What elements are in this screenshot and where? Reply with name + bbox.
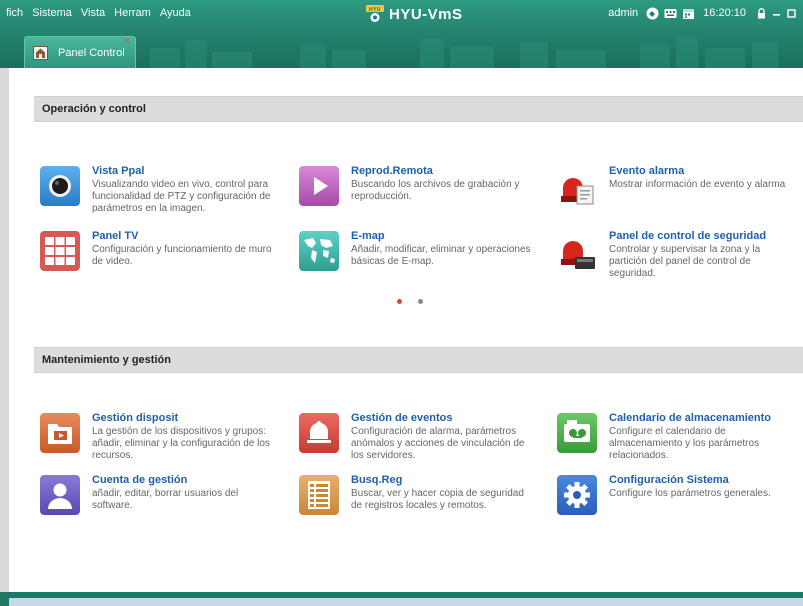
item-description: añadir, editar, borrar usuarios del soft… [92,488,239,511]
menu-bar: fich Sistema Vista Herram Ayuda [0,0,200,26]
item-title: Calendario de almacenamiento [609,412,771,424]
item-title: Cuenta de gestión [92,474,188,486]
video-wall-icon [40,231,80,271]
item-title: Panel TV [92,230,139,242]
item-calendario-almacenamiento[interactable]: Calendario de almacenamiento Configure e… [557,412,797,469]
control-panel: Operación y control Vista Ppal Visualiza… [9,68,803,592]
log-list-icon [299,475,339,515]
item-cuenta-gestion[interactable]: Cuenta de gestión añadir, editar, borrar… [40,474,280,531]
item-title: Evento alarma [609,165,685,177]
camera-icon [40,166,80,206]
item-title: Gestión disposit [92,412,179,424]
minimize-icon [772,13,780,16]
item-description: Configure el calendario de almacenamient… [609,426,760,461]
menu-file[interactable]: fich [6,7,23,19]
tape-recorder-icon [557,413,597,453]
home-icon [33,45,48,60]
status-area: admin 16:20:10 [608,0,797,26]
alarm-event-icon [561,178,594,205]
item-title: Panel de control de seguridad [609,230,767,242]
item-description: Añadir, modificar, eliminar y operacione… [351,244,531,267]
clock: 16:20:10 [703,7,746,19]
item-description: Buscar, ver y hacer copia de seguridad d… [351,488,524,511]
bottom-status-strip [9,598,803,606]
maximize-icon [786,8,796,18]
minimize-button[interactable] [770,7,782,19]
network-status-icon[interactable] [646,7,659,20]
maximize-button[interactable] [785,7,797,19]
tab-label: Panel Control [58,46,125,59]
item-vista-ppal[interactable]: Vista Ppal Visualizando video en vivo, c… [40,165,280,222]
menu-system[interactable]: Sistema [32,7,72,19]
item-description: Visualizando video en vivo, control para… [92,179,271,214]
section-operation-header: Operación y control [34,96,803,122]
item-description: Buscando los archivos de grabación y rep… [351,179,520,202]
item-title: Vista Ppal [92,165,145,177]
section-title: Mantenimiento y gestión [42,354,171,366]
item-description: Configuración de alarma, parámetros anóm… [351,426,525,461]
app-title: HYU-VmS [389,5,463,23]
menu-view[interactable]: Vista [81,7,105,19]
page-indicator [397,299,439,304]
item-title: Busq.Reg [351,474,403,486]
item-description: La gestión de los dispositivos y grupos:… [92,426,270,461]
item-gestion-disposit[interactable]: Gestión disposit La gestión de los dispo… [40,412,280,469]
brand-logo-icon: HYU [366,5,384,22]
keyboard-icon[interactable] [664,7,677,20]
calendar-icon[interactable] [682,7,695,20]
device-folder-icon [40,413,80,453]
menu-tools[interactable]: Herram [114,7,151,19]
tab-panel-control[interactable]: Panel Control ✕ [24,36,136,68]
item-description: Mostrar información de evento y alarma [609,179,786,190]
tab-close-icon[interactable]: ✕ [123,36,131,47]
item-panel-tv[interactable]: Panel TV Configuración y funcionamiento … [40,230,280,287]
item-title: Gestión de eventos [351,412,453,424]
item-description: Configuración y funcionamiento de muro d… [92,244,272,267]
item-busq-reg[interactable]: Busq.Reg Buscar, ver y hacer copia de se… [299,474,539,531]
item-panel-seguridad[interactable]: Panel de control de seguridad Controlar … [557,230,797,287]
item-configuracion-sistema[interactable]: Configuración Sistema Configure los pará… [557,474,797,531]
item-description: Controlar y supervisar la zona y la part… [609,244,761,279]
item-e-map[interactable]: E-map Añadir, modificar, eliminar y oper… [299,230,539,287]
play-icon [299,166,339,206]
section-title: Operación y control [42,103,146,115]
app-brand: HYU HYU-VmS [366,5,463,23]
item-title: E-map [351,230,385,242]
gear-icon [557,475,597,515]
item-description: Configure los parámetros generales. [609,488,771,499]
lock-button[interactable] [755,7,767,19]
current-user: admin [608,7,639,19]
section-maintenance-header: Mantenimiento y gestión [34,347,803,373]
world-map-icon [299,231,339,271]
item-evento-alarma[interactable]: Evento alarma Mostrar información de eve… [557,165,797,222]
item-reprod-remota[interactable]: Reprod.Remota Buscando los archivos de g… [299,165,539,222]
item-title: Reprod.Remota [351,165,433,177]
svg-text:HYU: HYU [369,7,381,13]
lock-icon [757,7,765,18]
menu-help[interactable]: Ayuda [160,7,191,19]
item-gestion-eventos[interactable]: Gestión de eventos Configuración de alar… [299,412,539,469]
page-dot[interactable] [418,299,423,304]
bell-icon [299,413,339,453]
security-panel-icon [561,241,595,269]
page-dot-active[interactable] [397,299,402,304]
title-bar: fich Sistema Vista Herram Ayuda HYU HYU-… [0,0,803,68]
user-icon [40,475,80,515]
item-title: Configuración Sistema [609,474,729,486]
